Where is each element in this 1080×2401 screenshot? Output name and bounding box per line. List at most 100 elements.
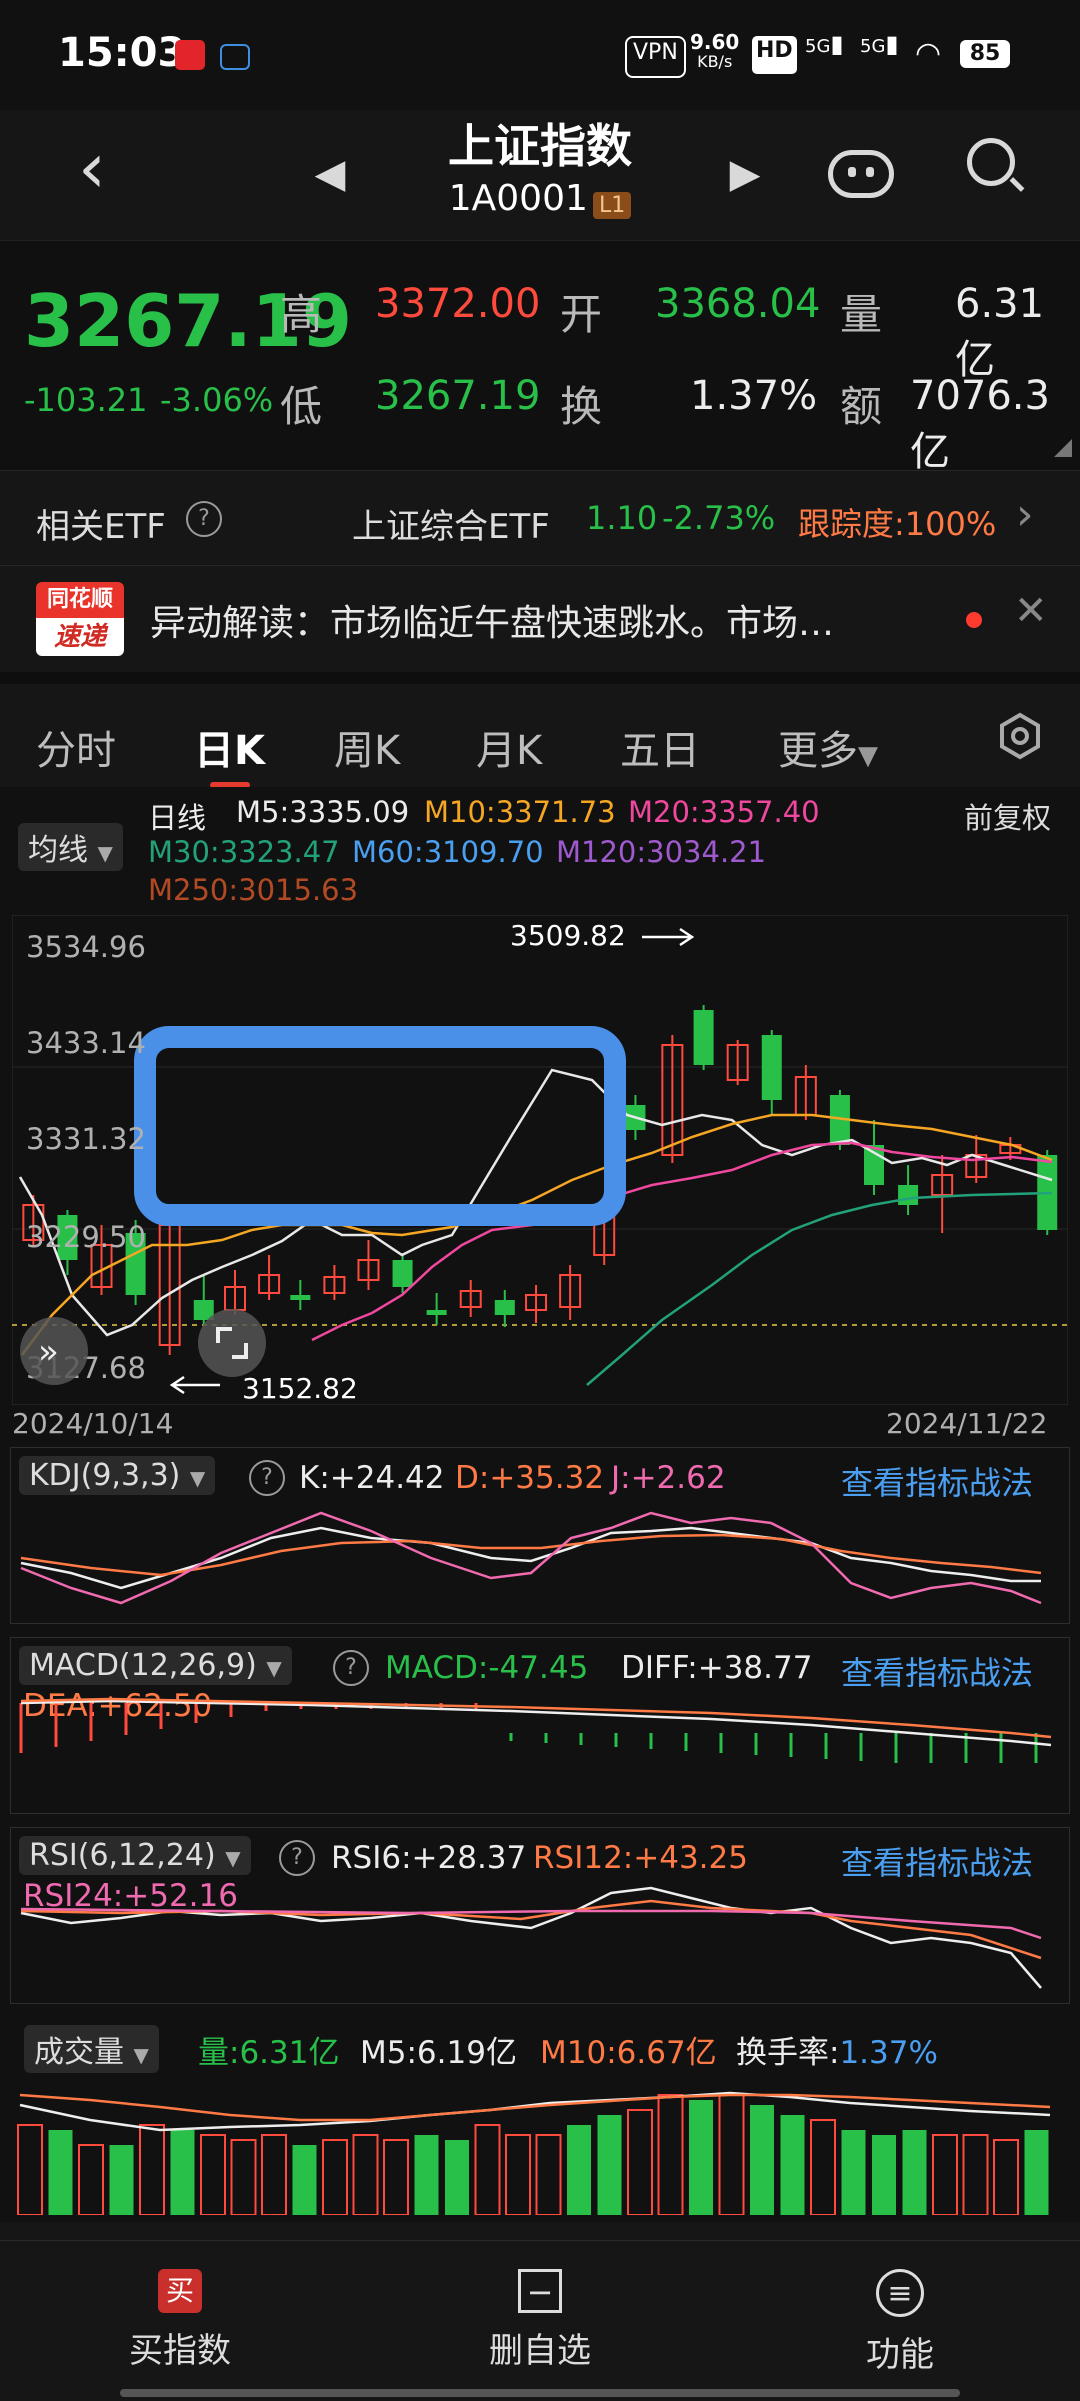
volume-bar-down <box>872 2135 896 2215</box>
volume-bar-down <box>841 2130 866 2215</box>
collapse-sidebar-icon[interactable]: » <box>20 1317 88 1385</box>
tab-five-day[interactable]: 五日 <box>620 718 700 776</box>
candlestick-chart[interactable]: 3534.96 3433.14 3331.32 3229.50 3127.68 … <box>12 915 1068 1405</box>
volume-bar-up <box>505 2134 531 2215</box>
kdj-j-value: J:+2.62 <box>611 1460 726 1496</box>
buy-index-button[interactable]: 买 买指数 <box>0 2241 360 2391</box>
volume-dropdown[interactable]: 成交量 ▼ <box>24 2025 159 2073</box>
macd-strategy-link[interactable]: 查看指标战法 <box>841 1648 1033 1694</box>
ma-dropdown[interactable]: 均线 ▼ <box>18 823 123 871</box>
tab-monthly-k[interactable]: 月K <box>476 718 542 776</box>
volume-bar-down <box>902 2130 927 2215</box>
signal-1-icon: 5G▮ <box>805 30 844 58</box>
rsi-strategy-link[interactable]: 查看指标战法 <box>841 1838 1033 1884</box>
back-arrow-icon[interactable]: ‹ <box>62 133 122 203</box>
kdj-dropdown[interactable]: KDJ(9,3,3) ▼ <box>19 1456 216 1495</box>
close-icon[interactable]: ✕ <box>1014 588 1048 634</box>
candle-body-down <box>693 1010 714 1065</box>
volume-value: 6.31亿 <box>955 281 1045 383</box>
volume-m10-line <box>19 2093 1051 2122</box>
volume-bar-down <box>292 2145 317 2215</box>
period-tabs: 分时 日K 周K 月K 五日 更多▼ <box>0 672 1080 799</box>
related-etf-row[interactable]: 相关ETF ? 上证综合ETF 1.10 -2.73% 跟踪度:100% › <box>0 470 1080 566</box>
volume-bar-down <box>414 2135 439 2215</box>
expand-corner-icon[interactable] <box>1054 439 1072 457</box>
volume-bar-down <box>750 2105 774 2215</box>
macd-panel: MACD(12,26,9) ▼ ? MACD:-47.45 DIFF:+38.7… <box>10 1637 1070 1814</box>
etf-track: 跟踪度:100% <box>798 505 997 543</box>
candle-body-down <box>392 1260 413 1287</box>
prev-stock-icon[interactable]: ◀ <box>300 144 360 204</box>
volume-panel: 成交量 ▼ 量:6.31亿 M5:6.19亿 M10:6.67亿 换手率:1.3… <box>10 2015 1068 2215</box>
price-change-pct: -3.06% <box>160 381 274 419</box>
search-icon[interactable] <box>965 136 1025 196</box>
rsi6-line <box>20 1886 1042 1989</box>
high-label: 高 <box>280 290 323 339</box>
status-time: 15:03 <box>58 30 186 76</box>
candle-body-down <box>426 1310 447 1315</box>
volume-bar-down <box>48 2130 73 2215</box>
period-label: 日线 <box>148 801 207 835</box>
buy-icon: 买 <box>158 2269 202 2313</box>
news-ticker[interactable]: 同花顺 速递 异动解读：市场临近午盘快速跳水。市场… ✕ <box>0 565 1080 671</box>
etf-label: 相关ETF <box>36 507 166 547</box>
double-chevron-glyph: » <box>38 1332 59 1372</box>
battery-icon: 85 <box>960 40 1010 68</box>
rsi6-value: RSI6:+28.37 <box>331 1840 527 1876</box>
volume-bar-down <box>170 2130 195 2215</box>
high-value: 3372.00 <box>375 281 541 327</box>
volume-bar-down <box>445 2140 469 2215</box>
volume-bar-up <box>474 2124 501 2215</box>
help-icon[interactable]: ? <box>186 501 222 537</box>
open-value: 3368.04 <box>655 281 821 327</box>
tab-daily-k[interactable]: 日K <box>194 718 265 776</box>
volume-bar-up <box>810 2119 836 2215</box>
help-icon[interactable]: ? <box>279 1840 315 1876</box>
volume-bar-down <box>1024 2130 1049 2215</box>
candle-body-down <box>761 1035 782 1100</box>
rsi-dropdown[interactable]: RSI(6,12,24) ▼ <box>19 1836 251 1875</box>
unread-dot-icon <box>966 612 982 628</box>
tab-weekly-k[interactable]: 周K <box>334 718 400 776</box>
chevron-right-icon[interactable]: › <box>1016 489 1034 540</box>
cloud-notification-icon <box>220 44 250 70</box>
etf-change: -2.73% <box>662 499 776 537</box>
settings-hexagon-icon[interactable] <box>996 712 1044 760</box>
net-speed: 9.60 KB/s <box>690 30 740 71</box>
turnover-label: 换 <box>560 382 603 431</box>
remove-watchlist-button[interactable]: − 删自选 <box>360 2241 720 2391</box>
robot-assistant-icon[interactable] <box>828 140 894 200</box>
amount-value: 7076.3亿 <box>910 373 1050 475</box>
adjust-label[interactable]: 前复权 <box>964 795 1051 837</box>
volume-bars <box>17 2091 1051 2215</box>
fullscreen-icon[interactable] <box>198 1309 266 1377</box>
volume-bar-down <box>567 2125 591 2215</box>
etf-price: 1.10 <box>586 499 658 537</box>
menu-icon: ≡ <box>876 2269 924 2317</box>
tab-more[interactable]: 更多▼ <box>778 718 878 776</box>
etf-name: 上证综合ETF <box>352 507 550 547</box>
kdj-lines <box>20 1511 1042 1605</box>
macd-dropdown[interactable]: MACD(12,26,9) ▼ <box>19 1646 292 1685</box>
candle-body-down <box>898 1185 919 1205</box>
gesture-bar <box>120 2389 960 2397</box>
price-tick: 3229.50 <box>26 1220 146 1254</box>
volume-bar-up <box>139 2124 165 2215</box>
next-stock-icon[interactable]: ▶ <box>715 144 775 204</box>
help-icon[interactable]: ? <box>333 1650 369 1686</box>
vpn-icon: VPN <box>625 36 686 78</box>
functions-button[interactable]: ≡ 功能 <box>720 2241 1080 2391</box>
volume-bar-up <box>932 2134 958 2215</box>
stock-code: 1A0001 L1 <box>390 178 690 219</box>
help-icon[interactable]: ? <box>249 1460 285 1496</box>
volume-bar-down <box>689 2100 713 2215</box>
rsi-panel: RSI(6,12,24) ▼ ? RSI6:+28.37 RSI12:+43.2… <box>10 1827 1070 2004</box>
candle-body-down <box>290 1295 311 1300</box>
volume-bar-up <box>962 2134 989 2215</box>
kdj-strategy-link[interactable]: 查看指标战法 <box>841 1458 1033 1504</box>
ma250-label: M250:3015.63 <box>148 873 359 907</box>
volume-bar-up <box>535 2134 562 2215</box>
chart-area: 均线 ▼ 日线 M5:3335.09 M10:3371.73 M20:3357.… <box>0 787 1080 2222</box>
tab-intraday[interactable]: 分时 <box>36 718 116 776</box>
news-text[interactable]: 异动解读：市场临近午盘快速跳水。市场… <box>150 594 950 646</box>
